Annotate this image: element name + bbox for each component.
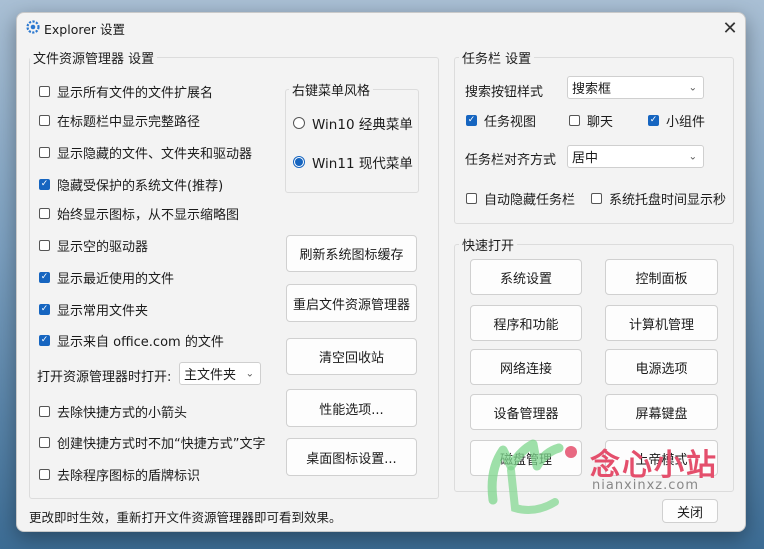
open-explorer-value: 主文件夹 [184,368,237,383]
checkbox-box[interactable] [39,272,50,283]
quick-open-group-title: 快速打开 [459,235,518,254]
context-menu-group [285,89,419,193]
radio-win10-menu[interactable]: Win10 经典菜单 [293,113,413,133]
checkbox-box[interactable] [591,193,602,204]
checkbox-full-path[interactable]: 在标题栏中显示完整路径 [39,111,200,130]
checkbox-box[interactable] [466,193,477,204]
close-button[interactable]: 关闭 [662,499,718,523]
checkbox-box[interactable] [39,179,50,190]
checkbox-hide-protected[interactable]: 隐藏受保护的系统文件(推荐) [39,175,223,194]
checkbox-label: 显示常用文件夹 [57,304,149,319]
checkbox-box[interactable] [39,469,50,480]
chevron-down-icon: ⌄ [245,368,254,379]
checkbox-box[interactable] [39,335,50,346]
checkbox-box[interactable] [39,304,50,315]
close-window-button[interactable]: ✕ [717,15,743,41]
checkbox-label: 小组件 [666,115,706,130]
radio-label: Win10 经典菜单 [312,117,413,133]
checkbox-no-shortcut-text[interactable]: 创建快捷方式时不加“快捷方式”文字 [39,433,265,452]
checkbox-box[interactable] [648,115,659,126]
checkbox-label: 去除程序图标的盾牌标识 [57,469,201,484]
system-settings-button[interactable]: 系统设置 [470,259,582,295]
checkbox-label: 任务视图 [484,115,537,130]
search-style-label: 搜索按钮样式 [465,85,544,100]
checkbox-label: 显示隐藏的文件、文件夹和驱动器 [57,147,253,162]
chevron-down-icon: ⌄ [688,82,697,93]
checkbox-box[interactable] [39,208,50,219]
onscreen-keyboard-button[interactable]: 屏幕键盘 [605,394,718,430]
radio-circle[interactable] [293,156,305,168]
desktop-icon-settings-button[interactable]: 桌面图标设置... [286,438,417,476]
radio-label: Win11 现代菜单 [312,156,413,172]
checkbox-widgets[interactable]: 小组件 [648,111,705,130]
close-icon: ✕ [722,17,738,39]
refresh-icon-cache-button[interactable]: 刷新系统图标缓存 [286,235,417,272]
window-title: Explorer 设置 [44,22,126,37]
checkbox-label: 在标题栏中显示完整路径 [57,115,201,130]
empty-recycle-bin-button[interactable]: 清空回收站 [286,338,417,375]
checkbox-label: 创建快捷方式时不加“快捷方式”文字 [57,437,266,452]
checkbox-box[interactable] [39,437,50,448]
checkbox-always-icons[interactable]: 始终显示图标，从不显示缩略图 [39,204,239,223]
checkbox-box[interactable] [39,115,50,126]
checkbox-label: 隐藏受保护的系统文件(推荐) [57,179,224,194]
checkbox-label: 始终显示图标，从不显示缩略图 [57,208,240,223]
checkbox-label: 去除快捷方式的小箭头 [57,406,188,421]
search-style-value: 搜索框 [572,82,612,97]
power-options-button[interactable]: 电源选项 [605,349,718,385]
checkbox-label: 系统托盘时间显示秒 [609,193,727,208]
radio-win11-menu[interactable]: Win11 现代菜单 [293,152,413,172]
checkbox-label: 聊天 [587,115,614,130]
network-connections-button[interactable]: 网络连接 [470,349,582,385]
checkbox-show-hidden[interactable]: 显示隐藏的文件、文件夹和驱动器 [39,143,252,162]
checkbox-recent-files[interactable]: 显示最近使用的文件 [39,268,174,287]
title-bar: Explorer 设置 ✕ [17,13,745,43]
performance-options-button[interactable]: 性能选项... [286,389,417,427]
checkbox-task-view[interactable]: 任务视图 [466,111,536,130]
disk-management-button[interactable]: 磁盘管理 [470,440,582,476]
checkbox-frequent-folders[interactable]: 显示常用文件夹 [39,300,148,319]
checkbox-autohide-taskbar[interactable]: 自动隐藏任务栏 [466,189,575,208]
checkbox-label: 显示来自 office.com 的文件 [57,335,224,350]
checkbox-tray-seconds[interactable]: 系统托盘时间显示秒 [591,189,726,208]
checkbox-remove-shield[interactable]: 去除程序图标的盾牌标识 [39,465,200,484]
checkbox-box[interactable] [39,86,50,97]
taskbar-align-value: 居中 [572,151,599,166]
checkbox-box[interactable] [39,147,50,158]
checkbox-label: 显示空的驱动器 [57,240,149,255]
restart-explorer-button[interactable]: 重启文件资源管理器 [286,284,417,322]
open-explorer-label: 打开资源管理器时打开: [37,370,172,385]
watermark-url: nianxinxz.com [592,478,700,493]
chevron-down-icon: ⌄ [688,151,697,162]
checkbox-chat[interactable]: 聊天 [569,111,613,130]
taskbar-group-title: 任务栏 设置 [459,48,535,67]
computer-management-button[interactable]: 计算机管理 [605,305,718,341]
checkbox-box[interactable] [39,406,50,417]
file-explorer-group-title: 文件资源管理器 设置 [30,48,158,67]
context-menu-group-title: 右键菜单风格 [289,80,374,99]
checkbox-empty-drives[interactable]: 显示空的驱动器 [39,236,148,255]
device-manager-button[interactable]: 设备管理器 [470,394,582,430]
checkbox-box[interactable] [569,115,580,126]
checkbox-remove-arrow[interactable]: 去除快捷方式的小箭头 [39,402,187,421]
checkbox-office-files[interactable]: 显示来自 office.com 的文件 [39,331,224,350]
checkbox-label: 自动隐藏任务栏 [484,193,576,208]
taskbar-align-label: 任务栏对齐方式 [465,153,557,168]
gear-icon [26,20,40,34]
search-style-select[interactable]: 搜索框 ⌄ [567,76,704,99]
checkbox-label: 显示所有文件的文件扩展名 [57,86,214,101]
checkbox-box[interactable] [466,115,477,126]
programs-features-button[interactable]: 程序和功能 [470,305,582,341]
radio-circle[interactable] [293,117,305,129]
taskbar-align-select[interactable]: 居中 ⌄ [567,145,704,168]
control-panel-button[interactable]: 控制面板 [605,259,718,295]
checkbox-box[interactable] [39,240,50,251]
open-explorer-select[interactable]: 主文件夹 ⌄ [179,362,261,385]
checkbox-label: 显示最近使用的文件 [57,272,175,287]
checkbox-show-extensions[interactable]: 显示所有文件的文件扩展名 [39,82,213,101]
status-text: 更改即时生效，重新打开文件资源管理器即可看到效果。 [29,510,342,525]
